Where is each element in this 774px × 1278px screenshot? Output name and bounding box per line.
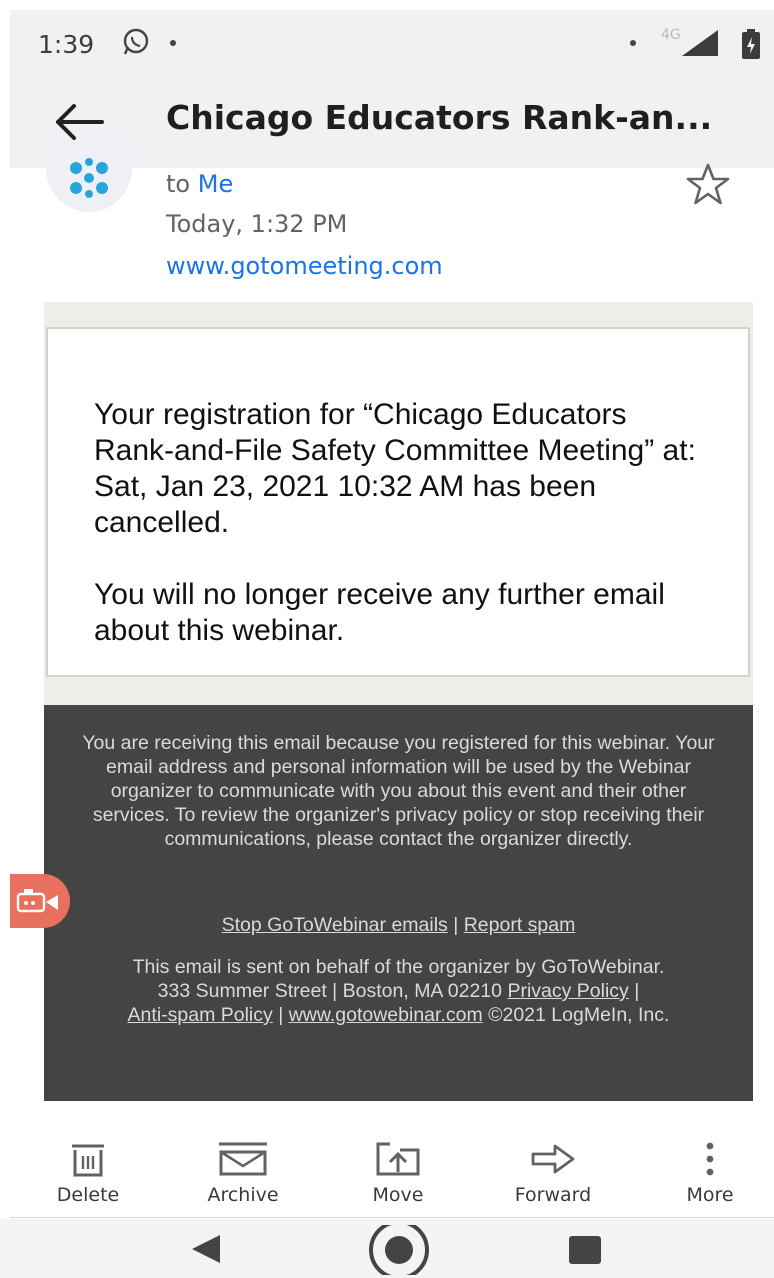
message-paragraph: Your registration for “Chicago Educators… <box>94 398 696 539</box>
delete-label: Delete <box>56 1184 120 1206</box>
stop-emails-link[interactable]: Stop GoToWebinar emails <box>222 914 448 936</box>
archive-button[interactable]: Archive <box>183 1120 303 1218</box>
archive-icon <box>219 1142 267 1176</box>
email-subject: Chicago Educators Rank-an... <box>166 98 713 137</box>
copyright: ©2021 LogMeIn, Inc. <box>488 1004 670 1026</box>
more-label: More <box>686 1184 734 1206</box>
screen-record-button[interactable] <box>10 874 70 928</box>
email-action-bar: Delete Archive Move Forward More <box>10 1120 774 1218</box>
notification-dot <box>630 40 636 46</box>
archive-label: Archive <box>207 1184 279 1206</box>
message-card: Your registration for “Chicago Educators… <box>46 327 750 677</box>
forward-label: Forward <box>514 1184 592 1206</box>
footer-notice: You are receiving this email because you… <box>82 732 715 850</box>
to-prefix: to <box>166 170 191 198</box>
gotowebinar-site-link[interactable]: www.gotowebinar.com <box>289 1004 483 1026</box>
privacy-policy-link[interactable]: Privacy Policy <box>507 980 628 1002</box>
notification-dot <box>170 40 176 46</box>
status-bar: 1:39 4G <box>10 10 774 76</box>
separator: | <box>453 914 459 936</box>
back-arrow-icon[interactable] <box>52 100 106 144</box>
move-button[interactable]: Move <box>338 1120 458 1218</box>
footer-sender-info: This email is sent on behalf of the orga… <box>72 955 725 1027</box>
recipient-name[interactable]: Me <box>198 170 233 198</box>
email-footer: You are receiving this email because you… <box>44 705 753 1101</box>
whatsapp-icon <box>123 28 149 55</box>
recipient-line: to Me <box>166 170 233 198</box>
postal-address: 333 Summer Street | Boston, MA 02210 <box>157 980 503 1002</box>
star-icon[interactable] <box>684 162 732 206</box>
sender-avatar[interactable] <box>46 142 132 212</box>
nav-home-icon[interactable] <box>366 1225 432 1275</box>
sender-link[interactable]: www.gotomeeting.com <box>166 252 443 280</box>
gotomeeting-logo-icon <box>70 158 108 198</box>
move-icon <box>376 1142 420 1176</box>
system-nav-bar <box>0 1219 774 1278</box>
footer-links: Stop GoToWebinar emails | Report spam <box>44 913 753 937</box>
forward-button[interactable]: Forward <box>493 1120 613 1218</box>
separator: | <box>634 980 640 1002</box>
more-button[interactable]: More <box>650 1120 770 1218</box>
battery-icon <box>742 29 760 59</box>
nav-recents-icon[interactable] <box>568 1235 602 1265</box>
more-vertical-icon <box>706 1142 714 1176</box>
report-spam-link[interactable]: Report spam <box>464 914 576 936</box>
video-camera-icon <box>16 889 58 913</box>
sent-on-behalf: This email is sent on behalf of the orga… <box>132 956 665 978</box>
delete-button[interactable]: Delete <box>28 1120 148 1218</box>
anti-spam-policy-link[interactable]: Anti-spam Policy <box>128 1004 273 1026</box>
email-date: Today, 1:32 PM <box>166 210 348 238</box>
move-label: Move <box>372 1184 424 1206</box>
signal-icon <box>682 30 718 56</box>
status-time: 1:39 <box>38 30 95 59</box>
message-paragraph: You will no longer receive any further e… <box>94 578 665 647</box>
trash-icon <box>72 1144 104 1177</box>
nav-back-icon[interactable] <box>188 1233 224 1265</box>
separator: | <box>278 1004 284 1026</box>
forward-icon <box>531 1144 575 1174</box>
